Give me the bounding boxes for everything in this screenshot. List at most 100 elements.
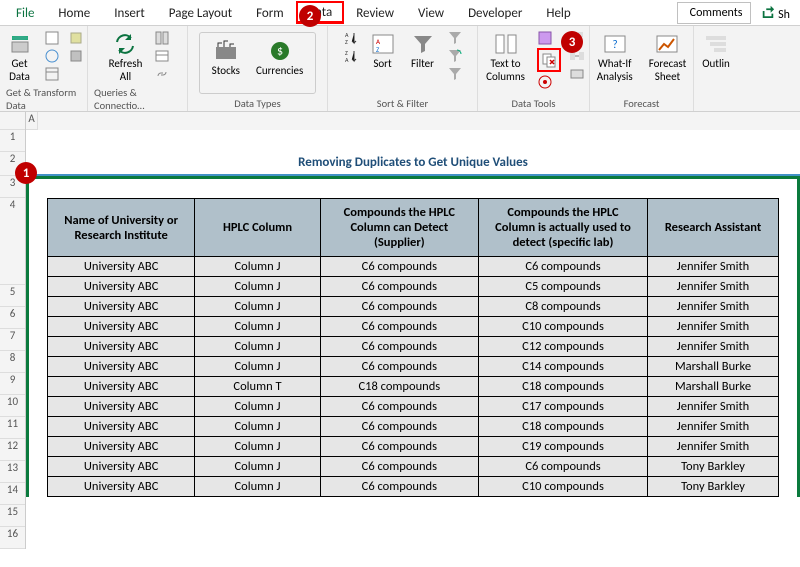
col-header-a[interactable]: A <box>26 112 38 130</box>
table-row[interactable]: University ABCColumn JC6 compoundsC14 co… <box>48 357 779 377</box>
table-cell[interactable]: Jennifer Smith <box>648 397 779 417</box>
table-cell[interactable]: Column J <box>195 337 320 357</box>
tab-help[interactable]: Help <box>534 2 582 24</box>
table-cell[interactable]: Column J <box>195 457 320 477</box>
sort-za-button[interactable]: ZA <box>343 48 359 64</box>
table-row[interactable]: University ABCColumn JC6 compoundsC18 co… <box>48 417 779 437</box>
tab-view[interactable]: View <box>406 2 456 24</box>
table-cell[interactable]: Column J <box>195 297 320 317</box>
row-header[interactable]: 14 <box>0 483 25 505</box>
row-header[interactable]: 13 <box>0 461 25 483</box>
remove-duplicates-button[interactable] <box>537 48 561 72</box>
get-data-button[interactable]: Get Data <box>4 30 36 85</box>
reapply-button[interactable] <box>447 48 463 64</box>
table-cell[interactable]: C6 compounds <box>320 297 478 317</box>
from-table-button[interactable] <box>44 66 60 82</box>
table-cell[interactable]: Jennifer Smith <box>648 437 779 457</box>
advanced-filter-button[interactable] <box>447 66 463 82</box>
row-header[interactable]: 5 <box>0 285 25 307</box>
data-validation-button[interactable] <box>537 74 561 90</box>
table-cell[interactable]: C6 compounds <box>320 437 478 457</box>
tab-home[interactable]: Home <box>46 2 102 24</box>
table-cell[interactable]: University ABC <box>48 377 195 397</box>
table-cell[interactable]: Jennifer Smith <box>648 277 779 297</box>
recent-sources-button[interactable] <box>68 30 84 46</box>
forecast-sheet-button[interactable]: Forecast Sheet <box>645 30 691 85</box>
table-cell[interactable]: C19 compounds <box>478 437 647 457</box>
clear-filter-button[interactable] <box>447 30 463 46</box>
row-header[interactable]: 7 <box>0 329 25 351</box>
table-cell[interactable]: C18 compounds <box>320 377 478 397</box>
refresh-all-button[interactable]: Refresh All <box>105 30 147 85</box>
tab-developer[interactable]: Developer <box>456 2 534 24</box>
data-model-button[interactable] <box>569 66 585 82</box>
what-if-analysis-button[interactable]: ? What-If Analysis <box>593 30 637 85</box>
from-text-csv-button[interactable] <box>44 30 60 46</box>
table-cell[interactable]: University ABC <box>48 277 195 297</box>
table-row[interactable]: University ABCColumn JC6 compoundsC10 co… <box>48 477 779 497</box>
table-cell[interactable]: Column J <box>195 477 320 497</box>
table-row[interactable]: University ABCColumn JC6 compoundsC19 co… <box>48 437 779 457</box>
tab-review[interactable]: Review <box>344 2 406 24</box>
table-row[interactable]: University ABCColumn JC6 compoundsC10 co… <box>48 317 779 337</box>
row-header[interactable]: 15 <box>0 505 25 527</box>
table-cell[interactable]: Column J <box>195 397 320 417</box>
table-cell[interactable]: C10 compounds <box>478 317 647 337</box>
row-header[interactable]: 11 <box>0 417 25 439</box>
tab-insert[interactable]: Insert <box>102 2 157 24</box>
tab-page-layout[interactable]: Page Layout <box>157 2 244 24</box>
row-header[interactable]: 6 <box>0 307 25 329</box>
table-cell[interactable]: C17 compounds <box>478 397 647 417</box>
table-cell[interactable]: Column J <box>195 357 320 377</box>
table-cell[interactable]: Jennifer Smith <box>648 257 779 277</box>
table-cell[interactable]: Tony Barkley <box>648 477 779 497</box>
stocks-button[interactable]: Stocks <box>208 37 244 79</box>
table-cell[interactable]: C6 compounds <box>320 317 478 337</box>
table-cell[interactable]: Jennifer Smith <box>648 317 779 337</box>
table-cell[interactable]: Column J <box>195 277 320 297</box>
text-to-columns-button[interactable]: Text to Columns <box>482 30 529 85</box>
from-web-button[interactable] <box>44 48 60 64</box>
row-header[interactable]: 8 <box>0 351 25 373</box>
table-row[interactable]: University ABCColumn TC18 compoundsC18 c… <box>48 377 779 397</box>
table-cell[interactable]: Jennifer Smith <box>648 417 779 437</box>
table-row[interactable]: University ABCColumn JC6 compoundsC6 com… <box>48 457 779 477</box>
table-cell[interactable]: C6 compounds <box>320 337 478 357</box>
sort-az-button[interactable]: AZ <box>343 30 359 46</box>
table-cell[interactable]: C18 compounds <box>478 377 647 397</box>
table-cell[interactable]: C6 compounds <box>320 457 478 477</box>
properties-button[interactable] <box>154 48 170 64</box>
table-cell[interactable]: C6 compounds <box>320 257 478 277</box>
filter-button[interactable]: Filter <box>407 30 439 72</box>
table-cell[interactable]: Column J <box>195 257 320 277</box>
existing-connections-button[interactable] <box>68 48 84 64</box>
row-header[interactable]: 9 <box>0 373 25 395</box>
table-cell[interactable]: University ABC <box>48 297 195 317</box>
table-cell[interactable]: C18 compounds <box>478 417 647 437</box>
table-cell[interactable]: University ABC <box>48 337 195 357</box>
queries-connections-button[interactable] <box>154 30 170 46</box>
comments-button[interactable]: Comments <box>677 2 752 24</box>
table-row[interactable]: University ABCColumn JC6 compoundsC6 com… <box>48 257 779 277</box>
table-cell[interactable]: Marshall Burke <box>648 377 779 397</box>
row-header[interactable]: 4 <box>0 198 25 285</box>
table-cell[interactable]: Column T <box>195 377 320 397</box>
share-button[interactable]: Sh <box>755 2 796 24</box>
sort-button[interactable]: AZ Sort <box>367 30 399 72</box>
table-row[interactable]: University ABCColumn JC6 compoundsC5 com… <box>48 277 779 297</box>
table-row[interactable]: University ABCColumn JC6 compoundsC8 com… <box>48 297 779 317</box>
table-cell[interactable]: Marshall Burke <box>648 357 779 377</box>
table-cell[interactable]: C6 compounds <box>320 277 478 297</box>
row-header[interactable]: 10 <box>0 395 25 417</box>
row-header[interactable]: 12 <box>0 439 25 461</box>
table-cell[interactable]: C5 compounds <box>478 277 647 297</box>
table-cell[interactable]: University ABC <box>48 477 195 497</box>
table-cell[interactable]: C6 compounds <box>320 397 478 417</box>
table-cell[interactable]: C14 compounds <box>478 357 647 377</box>
row-header[interactable]: 1 <box>0 130 25 152</box>
table-cell[interactable]: University ABC <box>48 437 195 457</box>
table-cell[interactable]: University ABC <box>48 357 195 377</box>
table-cell[interactable]: Column J <box>195 317 320 337</box>
table-cell[interactable]: C8 compounds <box>478 297 647 317</box>
table-cell[interactable]: University ABC <box>48 317 195 337</box>
